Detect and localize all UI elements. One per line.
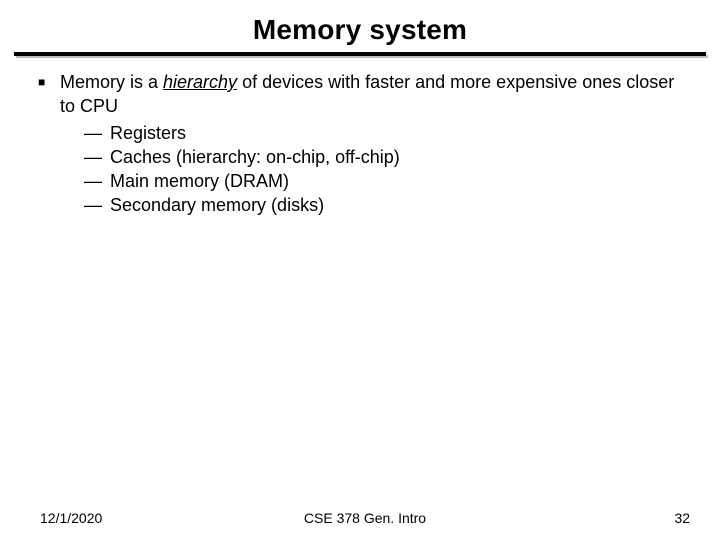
list-item: — Main memory (DRAM) (84, 169, 684, 193)
footer-page: 32 (473, 510, 690, 526)
dash-icon: — (84, 193, 110, 217)
footer-date: 12/1/2020 (40, 510, 257, 526)
slide-title: Memory system (0, 0, 720, 50)
slide-footer: 12/1/2020 CSE 378 Gen. Intro 32 (0, 510, 720, 526)
list-item: — Registers (84, 121, 684, 145)
bullet-text-pre: Memory is a (60, 72, 163, 92)
slide: Memory system ■ Memory is a hierarchy of… (0, 0, 720, 540)
dash-icon: — (84, 145, 110, 169)
sub-bullet-text: Caches (hierarchy: on-chip, off-chip) (110, 145, 400, 169)
sub-bullet-text: Main memory (DRAM) (110, 169, 289, 193)
list-item: — Caches (hierarchy: on-chip, off-chip) (84, 145, 684, 169)
dash-icon: — (84, 169, 110, 193)
slide-body: ■ Memory is a hierarchy of devices with … (0, 58, 720, 218)
dash-icon: — (84, 121, 110, 145)
sub-bullet-text: Secondary memory (disks) (110, 193, 324, 217)
sub-bullet-list: — Registers — Caches (hierarchy: on-chip… (36, 119, 684, 218)
sub-bullet-text: Registers (110, 121, 186, 145)
footer-center: CSE 378 Gen. Intro (257, 510, 474, 526)
list-item: — Secondary memory (disks) (84, 193, 684, 217)
title-rule (0, 50, 720, 58)
bullet-text: Memory is a hierarchy of devices with fa… (60, 70, 684, 119)
bullet-level1: ■ Memory is a hierarchy of devices with … (36, 70, 684, 119)
bullet-square-icon: ■ (36, 70, 60, 119)
bullet-text-emph: hierarchy (163, 72, 237, 92)
